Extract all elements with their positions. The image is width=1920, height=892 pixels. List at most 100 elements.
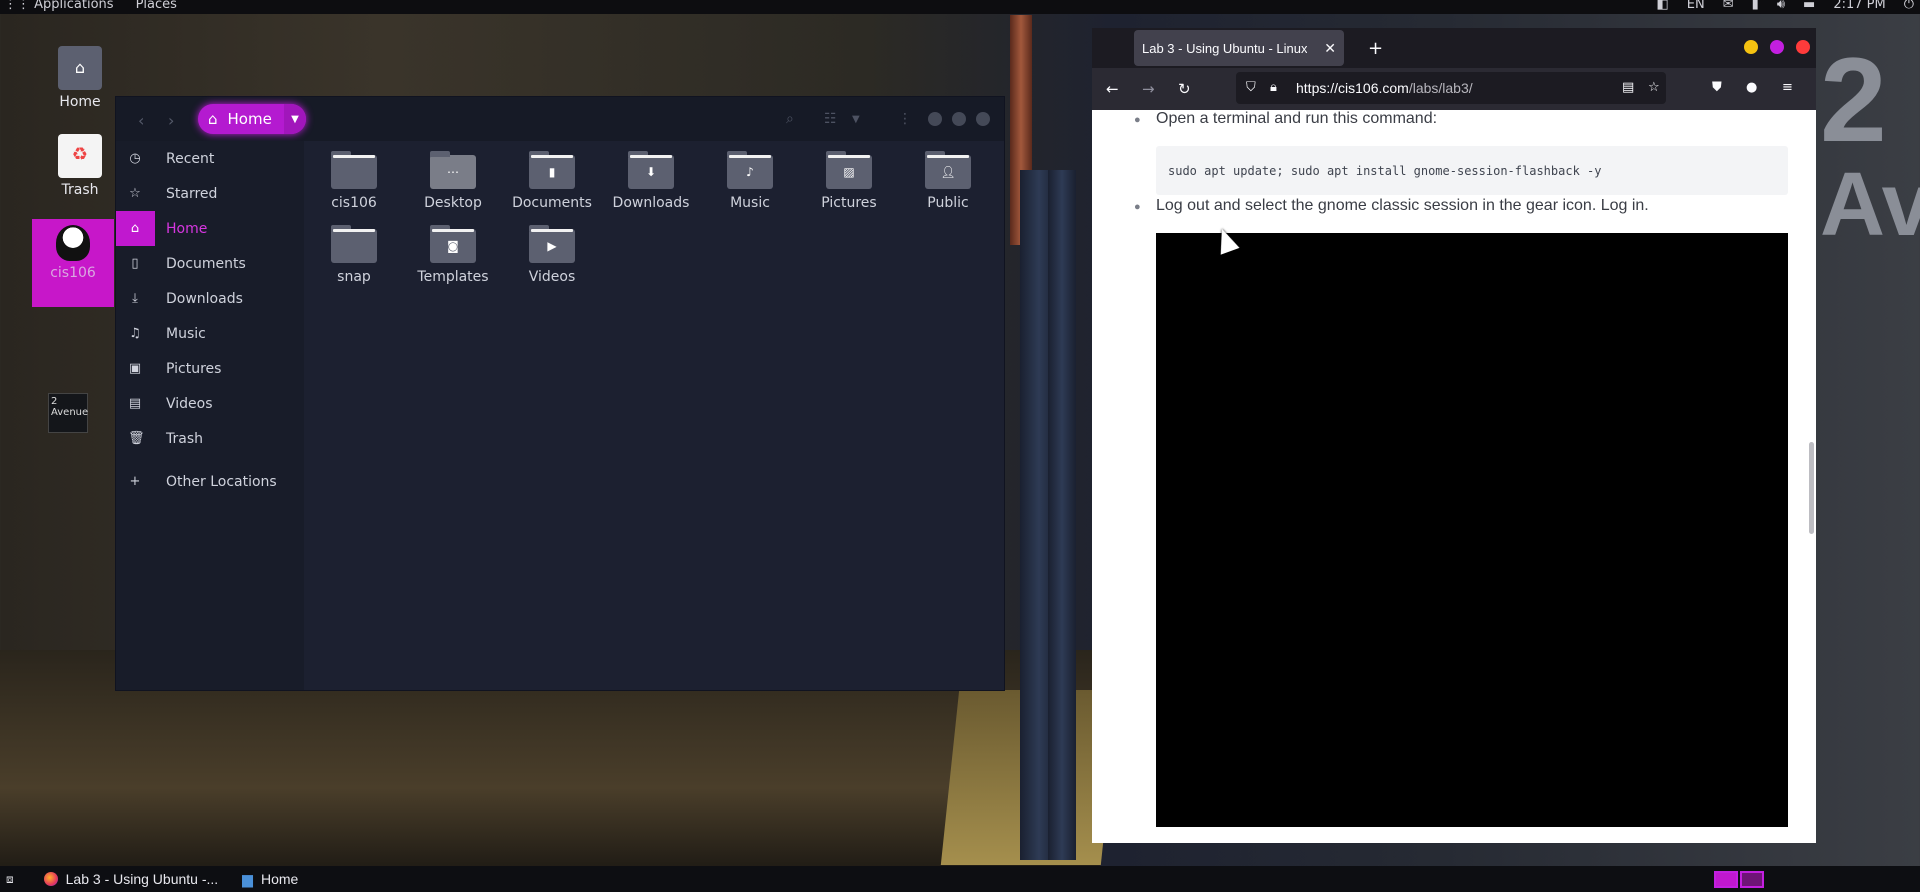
clipboard-icon[interactable]: ▮ bbox=[1752, 0, 1759, 11]
mail-icon[interactable]: ✉ bbox=[1723, 0, 1734, 11]
places-menu[interactable]: Places bbox=[136, 0, 177, 11]
sidebar-item-label: Downloads bbox=[166, 290, 243, 307]
new-tab-button[interactable]: + bbox=[1368, 38, 1383, 59]
url-bar[interactable]: https://cis106.com/labs/lab3/ bbox=[1236, 72, 1666, 104]
minimize-button[interactable] bbox=[1744, 40, 1758, 54]
taskbar-item-browser[interactable]: Lab 3 - Using Ubuntu -... bbox=[43, 871, 219, 887]
sidebar-item-documents[interactable]: ▯ Documents bbox=[116, 246, 304, 281]
home-icon: ⌂ bbox=[130, 221, 140, 236]
desktop-icon-label: Trash bbox=[61, 182, 99, 198]
chevron-down-icon[interactable]: ▼ bbox=[284, 104, 306, 134]
trash-icon: 🗑︎ bbox=[128, 431, 145, 446]
taskbar-item-files[interactable]: ▆ Home bbox=[242, 871, 298, 888]
sidebar-item-home[interactable]: ⌂ Home bbox=[116, 211, 304, 246]
folder-label: Music bbox=[730, 195, 770, 211]
minimize-button[interactable] bbox=[928, 112, 942, 126]
folder-label: Downloads bbox=[612, 195, 690, 211]
folder-item[interactable]: ♪ Music bbox=[700, 151, 800, 211]
reload-button[interactable]: ↻ bbox=[1178, 80, 1191, 98]
folder-item[interactable]: snap bbox=[304, 225, 404, 285]
navigation-toolbar: ← → ↻ https://cis106.com/labs/lab3/ ⛉ 🔒︎… bbox=[1092, 68, 1816, 110]
close-tab-icon[interactable]: ✕ bbox=[1324, 40, 1336, 57]
folder-label: cis106 bbox=[331, 195, 377, 211]
scrollbar-thumb[interactable] bbox=[1809, 442, 1814, 534]
forward-button[interactable]: → bbox=[1142, 80, 1155, 98]
language-indicator[interactable]: EN bbox=[1687, 0, 1705, 11]
file-manager-headerbar: ‹ › ⌂ Home ▼ ⌕ ☷ ▼ ⋮ bbox=[116, 97, 1004, 141]
folder-label: Desktop bbox=[424, 195, 482, 211]
file-manager-window: ‹ › ⌂ Home ▼ ⌕ ☷ ▼ ⋮ ◷ Recent ☆ Starred ⌂ H… bbox=[115, 96, 1005, 691]
folder-label: Documents bbox=[512, 195, 592, 211]
folder-item[interactable]: ⬇ Downloads bbox=[601, 151, 701, 211]
close-button[interactable] bbox=[976, 112, 990, 126]
taskbar-item-label: Lab 3 - Using Ubuntu -... bbox=[65, 871, 219, 887]
extension-icon[interactable]: ● bbox=[1746, 80, 1757, 95]
folder-item[interactable]: cis106 bbox=[304, 151, 404, 211]
sidebar-item-downloads[interactable]: ⤓ Downloads bbox=[116, 281, 304, 316]
folder-item[interactable]: ▮ Documents bbox=[502, 151, 602, 211]
sidebar-item-label: Trash bbox=[166, 430, 203, 447]
folder-icon bbox=[331, 151, 377, 189]
browser-window: Lab 3 - Using Ubuntu - Linux ✕ + ← → ↻ h… bbox=[1092, 28, 1816, 843]
close-button[interactable] bbox=[1796, 40, 1810, 54]
code-block: sudo apt update; sudo apt install gnome-… bbox=[1156, 146, 1788, 195]
path-bar-home[interactable]: ⌂ Home ▼ bbox=[198, 104, 306, 134]
sidebar-item-videos[interactable]: ▤ Videos bbox=[116, 386, 304, 421]
back-button[interactable]: ‹ bbox=[138, 111, 144, 130]
shield-icon[interactable]: ⛉ bbox=[1246, 80, 1256, 95]
tab-strip: Lab 3 - Using Ubuntu - Linux ✕ + bbox=[1092, 28, 1816, 68]
desktop-icon-trash[interactable]: ♻ Trash bbox=[45, 134, 115, 198]
forward-button[interactable]: › bbox=[168, 111, 174, 130]
sidebar-item-label: Documents bbox=[166, 255, 246, 272]
folder-item[interactable]: ▨ Pictures bbox=[799, 151, 899, 211]
back-button[interactable]: ← bbox=[1106, 80, 1119, 98]
clock-icon: ◷ bbox=[129, 151, 141, 166]
document-icon: ▯ bbox=[131, 256, 139, 271]
network-icon[interactable]: ◧ bbox=[1657, 0, 1669, 11]
home-icon: ⌂ bbox=[208, 110, 218, 128]
wallpaper-sign: 2 Av bbox=[1820, 33, 1920, 255]
firefox-icon bbox=[43, 872, 58, 886]
sidebar-item-music[interactable]: ♫ Music bbox=[116, 316, 304, 351]
instruction-step: Log out and select the gnome classic ses… bbox=[1156, 197, 1649, 214]
folder-item[interactable]: ▶ Videos bbox=[502, 225, 602, 285]
folder-item[interactable]: ⋯ Desktop bbox=[403, 151, 503, 211]
applications-menu[interactable]: ⋮⋮ Applications bbox=[0, 0, 114, 11]
picture-icon: ▣ bbox=[128, 361, 142, 376]
path-label: Home bbox=[227, 110, 272, 128]
desktop-icon-home[interactable]: ⌂ Home bbox=[45, 46, 115, 110]
sidebar-item-trash[interactable]: 🗑︎ Trash bbox=[116, 421, 304, 456]
bookmark-star-icon[interactable]: ☆ bbox=[1648, 80, 1660, 95]
maximize-button[interactable] bbox=[1770, 40, 1784, 54]
folder-public-icon: 👤︎ bbox=[925, 151, 971, 189]
volume-icon[interactable]: 🔊︎ bbox=[1777, 0, 1785, 11]
folder-item[interactable]: ◙ Templates bbox=[403, 225, 503, 285]
instruction-step: Open a terminal and run this command: bbox=[1156, 110, 1438, 127]
desktop-icon-cis106[interactable]: cis106 bbox=[32, 219, 114, 307]
browser-tab[interactable]: Lab 3 - Using Ubuntu - Linux ✕ bbox=[1134, 30, 1344, 66]
lock-icon[interactable]: 🔒︎ bbox=[1270, 80, 1277, 95]
maximize-button[interactable] bbox=[952, 112, 966, 126]
show-desktop-icon[interactable]: ⧈ bbox=[6, 872, 14, 887]
sidebar-item-pictures[interactable]: ▣ Pictures bbox=[116, 351, 304, 386]
embedded-video[interactable] bbox=[1156, 233, 1788, 827]
workspace-1[interactable] bbox=[1714, 871, 1738, 888]
battery-icon[interactable]: ▬ bbox=[1803, 0, 1815, 11]
power-icon[interactable]: ⏻ bbox=[1904, 0, 1914, 11]
sidebar-item-other-locations[interactable]: + Other Locations bbox=[116, 464, 304, 499]
file-view: cis106 ⋯ Desktop ▮ Documents ⬇ Downloads ♪ M… bbox=[304, 141, 1004, 690]
menu-kebab-icon[interactable]: ⋮ bbox=[898, 111, 912, 127]
view-options-chevron-icon[interactable]: ▼ bbox=[852, 114, 860, 125]
hamburger-menu-icon[interactable]: ≡ bbox=[1782, 80, 1793, 95]
folder-item[interactable]: 👤︎ Public bbox=[898, 151, 998, 211]
search-icon[interactable]: ⌕ bbox=[786, 111, 794, 127]
wallpaper-station-sign: 2 Avenue bbox=[48, 393, 88, 433]
view-list-icon[interactable]: ☷ bbox=[824, 111, 837, 127]
reader-view-icon[interactable]: ▤ bbox=[1622, 80, 1634, 95]
workspace-2[interactable] bbox=[1740, 871, 1764, 888]
clock[interactable]: 2:17 PM bbox=[1833, 0, 1885, 11]
wallpaper-pillar bbox=[1048, 170, 1076, 860]
sidebar-item-starred[interactable]: ☆ Starred bbox=[116, 176, 304, 211]
pocket-icon[interactable]: ⛊ bbox=[1712, 80, 1722, 95]
sidebar-item-recent[interactable]: ◷ Recent bbox=[116, 141, 304, 176]
